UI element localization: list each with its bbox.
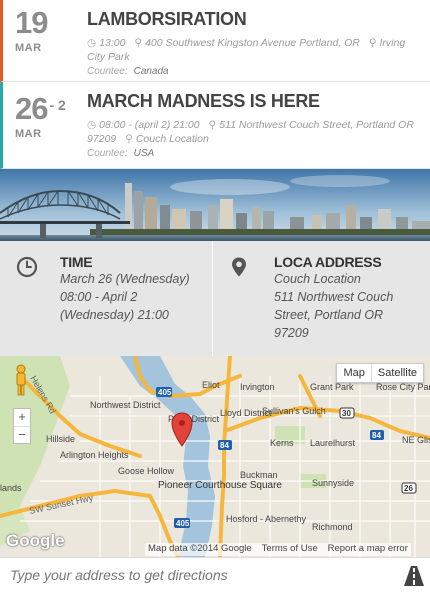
route-84-label: 84 (220, 441, 229, 450)
event-date: 26- 2 MAR (15, 88, 79, 141)
map-label: Hillside (46, 434, 75, 444)
event-day: 19 (15, 5, 48, 40)
clock-icon: ◷ (87, 37, 97, 49)
event-month: MAR (15, 128, 42, 140)
country-value: USA (133, 148, 155, 159)
map-label: Eliot (202, 380, 220, 390)
map-label: Sullivan's Gulch (262, 406, 326, 416)
zoom-control: + − (13, 408, 31, 444)
event-day-suffix: - 2 (49, 97, 66, 113)
event-venue: Couch Location (135, 133, 209, 145)
street-view-pegman-icon[interactable] (12, 363, 30, 397)
event-item[interactable]: 26- 2 MAR MARCH MADNESS IS HERE ◷ 08:00 -… (0, 82, 430, 169)
zoom-out-button[interactable]: − (14, 426, 30, 443)
zoom-in-button[interactable]: + (14, 409, 30, 426)
event-meta: ◷ 13:00 ⚲ 400 Southwest Kingston Avenue Po… (87, 36, 416, 64)
venue-pin-icon: ⚲ (368, 37, 377, 49)
time-line: 08:00 - April 2 (60, 290, 138, 304)
map-label: Arlington Heights (60, 450, 129, 460)
city-banner-image (0, 169, 430, 241)
clock-icon (16, 256, 38, 278)
route-84-label: 84 (372, 431, 381, 440)
map-type-satellite-button[interactable]: Satellite (372, 364, 423, 382)
clock-icon: ◷ (87, 119, 97, 131)
route-30-label: 30 (342, 409, 351, 418)
location-pin-icon: ⚲ (208, 119, 217, 131)
event-day: 26- 2 (15, 91, 66, 126)
address-title: LOCA ADDRESS (274, 254, 382, 270)
directions-bar (0, 557, 430, 594)
event-title[interactable]: MARCH MADNESS IS HERE (87, 90, 416, 112)
time-line: March 26 (Wednesday) (60, 272, 190, 286)
map-data-credit: Map data ©2014 Google (148, 543, 252, 554)
map-label: Sunnyside (312, 478, 354, 488)
terms-of-use-link[interactable]: Terms of Use (262, 543, 318, 554)
map-type-control: Map Satellite (336, 363, 424, 383)
event-time: 08:00 - (april 2) 21:00 (99, 119, 200, 131)
address-line: 97209 (274, 326, 309, 340)
event-month: MAR (15, 42, 42, 54)
route-405-label: 405 (158, 388, 172, 397)
event-item[interactable]: 19 MAR LAMBORSIRATION ◷ 13:00 ⚲ 400 Southw… (0, 0, 430, 82)
route-26-label: 26 (404, 484, 413, 493)
address-line: Couch Location (274, 272, 361, 286)
map-label: lands (0, 483, 22, 493)
report-map-error-link[interactable]: Report a map error (328, 543, 408, 554)
map-label: Pioneer Courthouse Square (158, 480, 282, 491)
map-label: Northwest District (90, 400, 161, 410)
map-label: Irvington (240, 382, 275, 392)
country-value: Canada (133, 66, 169, 77)
address-info: LOCA ADDRESS Couch Location 511 Northwes… (214, 241, 430, 356)
venue-pin-icon: ⚲ (125, 133, 133, 145)
map-type-map-button[interactable]: Map (337, 364, 372, 382)
map-label: Kerns (270, 438, 294, 448)
map-marker-icon (232, 257, 246, 277)
map-label: Goose Hollow (118, 466, 175, 476)
event-meta: ◷ 08:00 - (april 2) 21:00 ⚲ 511 Northwest … (87, 118, 416, 146)
map-label: Richmond (312, 522, 353, 532)
map-label: Grant Park (310, 382, 354, 392)
event-time: 13:00 (99, 37, 126, 49)
time-title: TIME (60, 254, 93, 270)
route-405-label: 405 (176, 519, 190, 528)
address-line: Street, Portland OR (274, 308, 384, 322)
map-label: Hosford - Abernethy (226, 514, 307, 524)
location-pin-icon: ⚲ (134, 37, 143, 49)
event-title[interactable]: LAMBORSIRATION (87, 8, 416, 30)
google-logo[interactable]: Google (6, 531, 65, 551)
time-line: (Wednesday) 21:00 (60, 308, 169, 322)
event-info-panel: TIME March 26 (Wednesday) 08:00 - April … (0, 241, 430, 356)
directions-address-input[interactable] (10, 567, 380, 583)
event-country: Countee: USA (87, 148, 416, 159)
map-label: Buckman (240, 470, 278, 480)
map-label: Laurelhurst (310, 438, 356, 448)
country-label: Countee: (87, 66, 128, 77)
location-map[interactable]: 405 405 84 84 30 26 Helens Rd Northwest … (0, 356, 430, 557)
event-country: Countee: Canada (87, 66, 416, 77)
map-label: NE Glis (402, 435, 430, 445)
map-attribution: Map data ©2014 Google Terms of Use Report … (145, 543, 411, 556)
event-date: 19 MAR (15, 5, 79, 55)
map-label: Rose City Park (376, 382, 430, 392)
event-address: 400 Southwest Kingston Avenue Portland, … (145, 37, 360, 49)
time-info: TIME March 26 (Wednesday) 08:00 - April … (0, 241, 213, 356)
country-label: Countee: (87, 148, 128, 159)
road-directions-icon[interactable] (402, 565, 426, 587)
address-line: 511 Northwest Couch (274, 290, 394, 304)
